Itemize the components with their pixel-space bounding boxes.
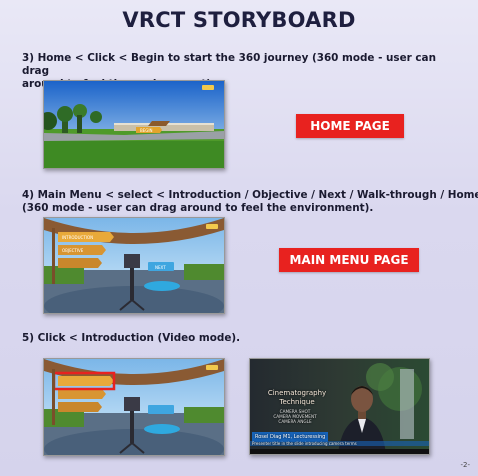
video-title: Cinematography Technique <box>267 389 327 406</box>
step-4-text: 4) Main Menu < select < Introduction / O… <box>22 189 478 214</box>
svg-text:NEXT: NEXT <box>155 265 166 270</box>
main-menu-page-label: MAIN MENU PAGE <box>279 248 419 272</box>
svg-text:INTRODUCTION: INTRODUCTION <box>62 235 93 240</box>
svg-text:BEGIN: BEGIN <box>140 128 153 133</box>
storyboard-slide: VRCT STORYBOARD 3) Home < Click < Begin … <box>0 0 478 476</box>
slide-title: VRCT STORYBOARD <box>122 8 356 32</box>
video-subtitle: CAMERA SHOT CAMERA MOVEMENT CAMERA ANGLE <box>273 409 317 424</box>
home-page-label: HOME PAGE <box>296 114 404 138</box>
page-number: -2- <box>460 461 470 469</box>
main-menu-screenshot: INTRODUCTION OBJECTIVE NEXT <box>43 217 225 314</box>
svg-text:OBJECTIVE: OBJECTIVE <box>62 248 84 253</box>
home-page-screenshot: BEGIN <box>43 80 225 169</box>
introduction-video-screenshot: Cinematography Technique CAMERA SHOT CAM… <box>249 358 430 455</box>
step-5-text: 5) Click < Introduction (Video mode). <box>22 332 241 344</box>
video-caption: Presenter title in the slide introducing… <box>252 441 357 446</box>
introduction-click-screenshot <box>43 358 225 456</box>
